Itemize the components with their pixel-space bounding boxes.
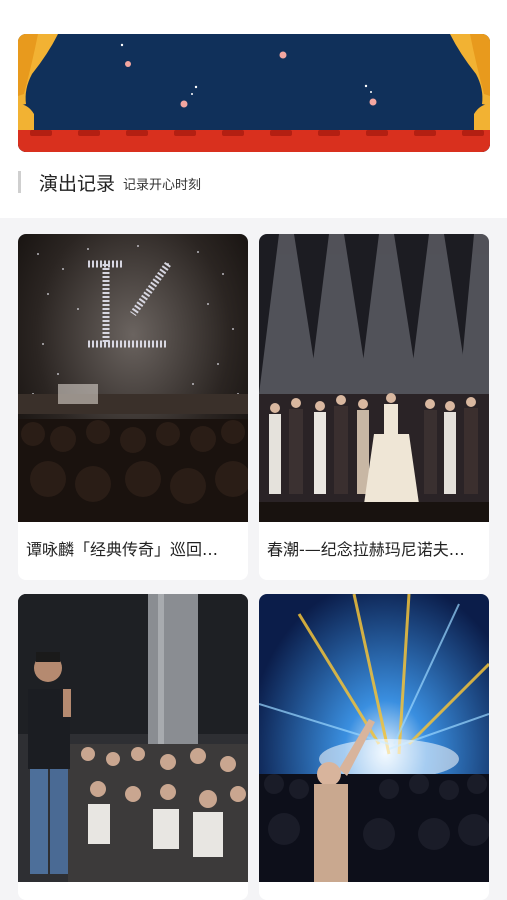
section-subtitle: 记录开心时刻 <box>123 178 202 193</box>
standup-comedy-photo <box>18 594 248 882</box>
concert-stage-photo <box>18 234 248 522</box>
theater-curtain-call-photo <box>259 234 489 522</box>
laser-concert-photo <box>259 594 489 882</box>
card-caption: 春潮-—纪念拉赫玛尼诺夫… <box>267 540 465 559</box>
card-caption: 谭咏麟「经典传奇」巡回… <box>26 540 219 559</box>
section-accent-bar <box>18 171 21 193</box>
section-title: 演出记录 <box>39 172 116 195</box>
section-header: 演出记录 记录开心时刻 <box>18 168 201 196</box>
banner-image[interactable] <box>18 34 490 152</box>
header-area: 演出记录 记录开心时刻 <box>0 0 507 218</box>
card-caption <box>18 882 248 900</box>
performance-card[interactable] <box>18 594 248 900</box>
performance-card[interactable]: 春潮-—纪念拉赫玛尼诺夫… <box>259 234 489 580</box>
performance-card[interactable]: 谭咏麟「经典传奇」巡回… <box>18 234 248 580</box>
card-caption <box>259 882 489 900</box>
theater-stage-illustration <box>18 34 490 152</box>
performance-card[interactable] <box>259 594 489 900</box>
